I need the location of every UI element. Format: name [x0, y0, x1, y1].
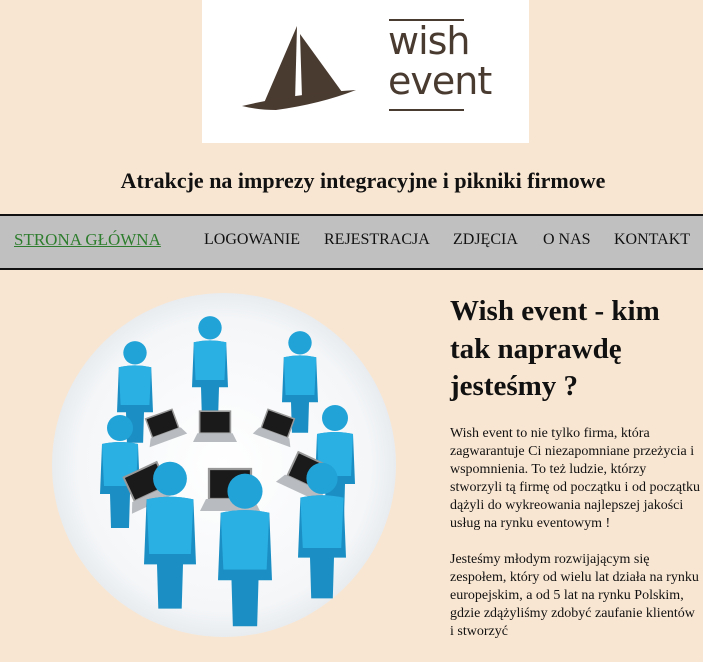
about-paragraph: Jesteśmy młodym rozwijającym się zespołe…: [450, 552, 699, 639]
nav-link-login[interactable]: LOGOWANIE: [204, 231, 300, 249]
team-network-illustration: [50, 291, 398, 639]
nav-link-register[interactable]: REJESTRACJA: [324, 231, 430, 249]
site-tagline: Atrakcje na imprezy integracyjne i pikni…: [120, 168, 606, 193]
nav-link-about[interactable]: O NAS: [543, 231, 591, 249]
nav-link-home[interactable]: STRONA GŁÓWNA: [14, 230, 161, 250]
site-logo[interactable]: wish event: [202, 0, 529, 143]
main-navigation: STRONA GŁÓWNA LOGOWANIE REJESTRACJA ZDJĘ…: [0, 214, 703, 270]
logo-text-wish: wish: [388, 19, 471, 63]
about-paragraph: Wish event to nie tylko firma, która zag…: [450, 426, 700, 531]
nav-link-contact[interactable]: KONTAKT: [614, 231, 690, 249]
about-heading: Wish event - kim tak naprawdę jesteśmy ?: [450, 295, 660, 403]
about-description: Wish event to nie tylko firma, która zag…: [450, 425, 700, 659]
logo-text-event: event: [388, 59, 492, 103]
nav-link-photos[interactable]: ZDJĘCIA: [453, 231, 518, 249]
